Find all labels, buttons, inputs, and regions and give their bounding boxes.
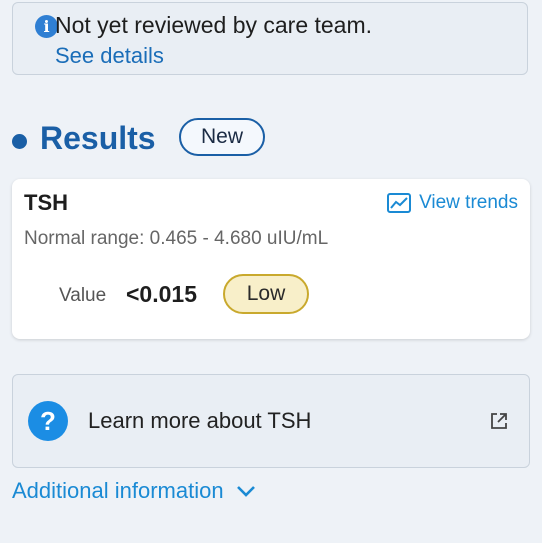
external-link-icon — [491, 413, 507, 429]
trend-chart-icon — [387, 193, 412, 213]
view-trends-link[interactable]: View trends — [387, 192, 518, 214]
chevron-down-icon — [236, 486, 255, 497]
value-label: Value — [59, 285, 107, 306]
unread-dot-icon — [12, 134, 27, 149]
result-card: TSH View trends Normal range: 0.465 - 4.… — [12, 179, 530, 339]
additional-information-label: Additional information — [12, 478, 224, 503]
question-icon: ? — [28, 401, 68, 441]
normal-range: Normal range: 0.465 - 4.680 uIU/mL — [24, 228, 329, 249]
review-notice: i Not yet reviewed by care team. See det… — [12, 2, 528, 75]
learn-more-label: Learn more about TSH — [88, 408, 312, 433]
notice-message: Not yet reviewed by care team. — [55, 12, 373, 38]
see-details-link[interactable]: See details — [55, 43, 164, 69]
result-value: <0.015 — [126, 281, 197, 307]
additional-information-toggle[interactable]: Additional information — [12, 478, 256, 504]
results-header: Results New — [12, 118, 532, 162]
learn-more-button[interactable]: ? Learn more about TSH — [12, 374, 530, 468]
test-name: TSH — [24, 190, 68, 215]
new-badge: New — [179, 118, 265, 156]
view-trends-label: View trends — [419, 192, 518, 213]
results-heading: Results — [40, 120, 156, 156]
low-flag-badge: Low — [223, 274, 309, 314]
